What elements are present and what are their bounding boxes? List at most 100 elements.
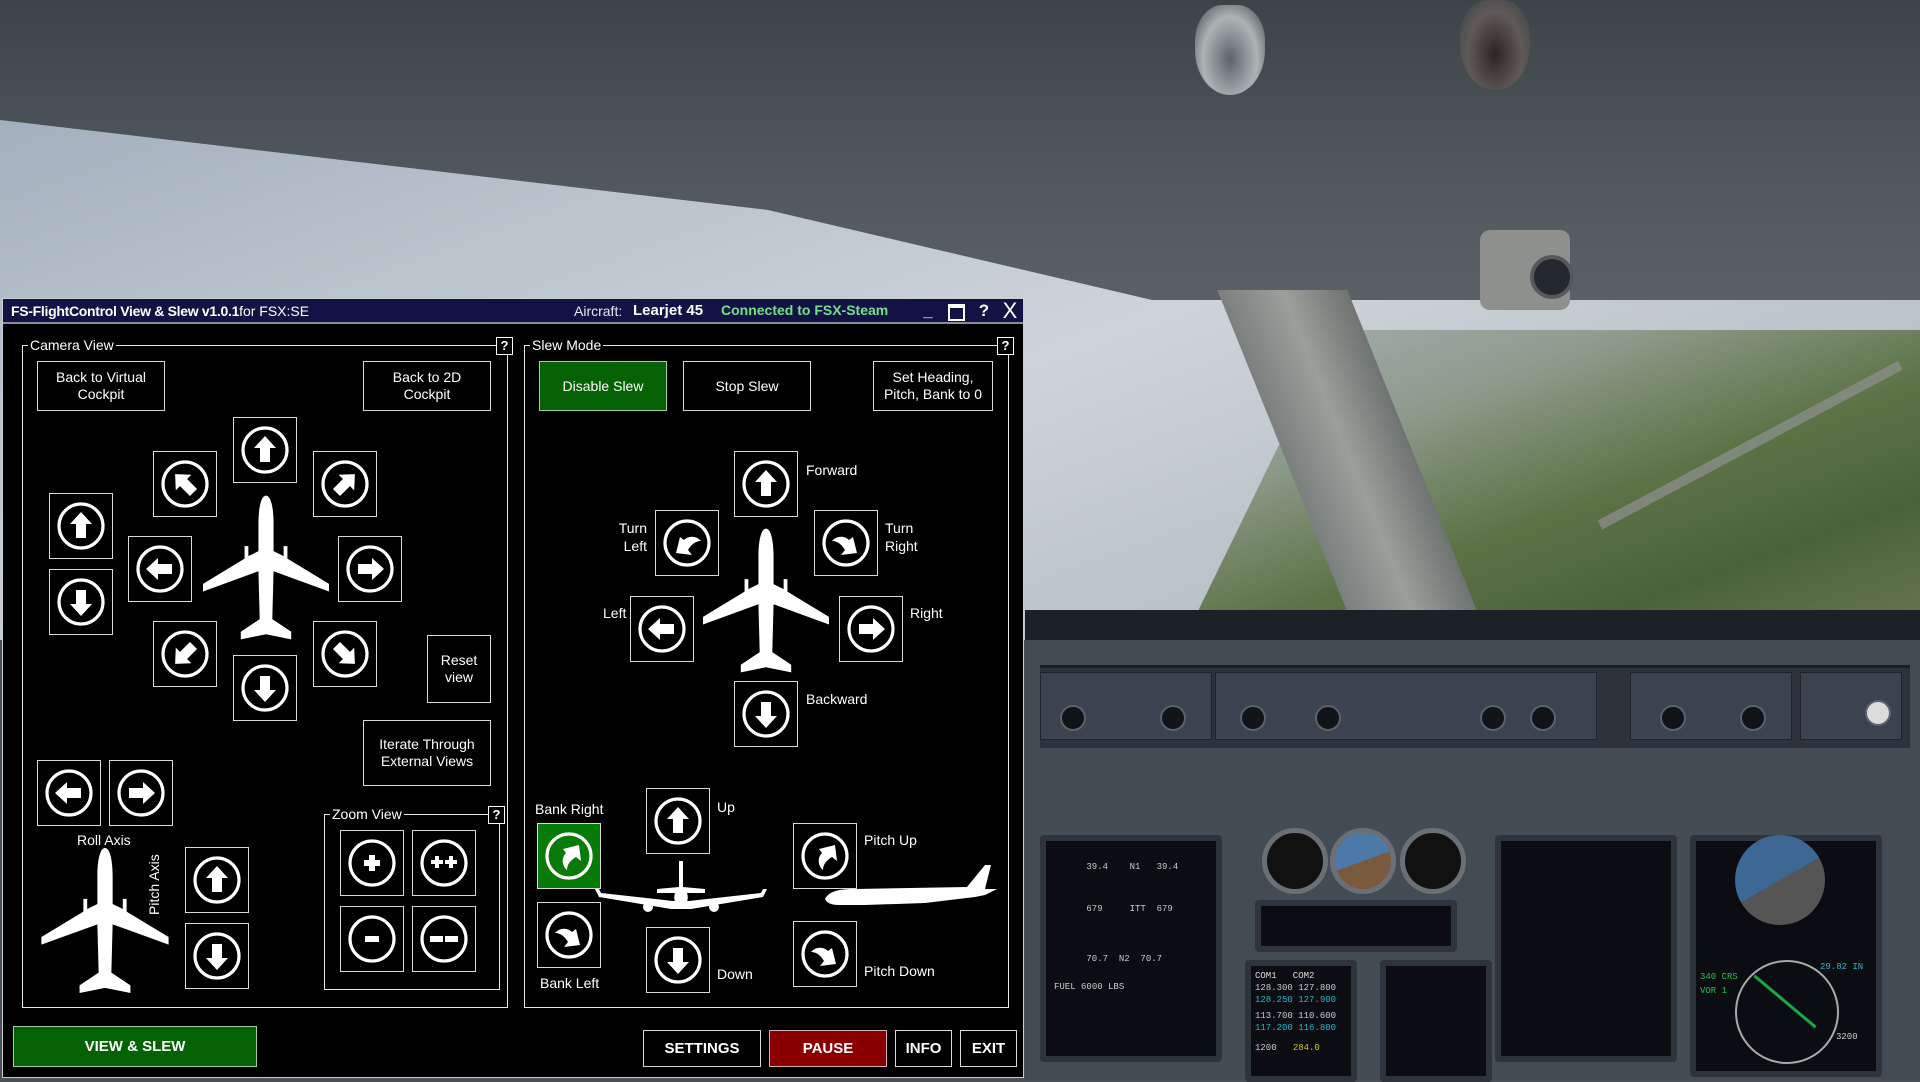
attitude-gauge xyxy=(1330,828,1396,894)
move-eye-down-button[interactable] xyxy=(49,569,113,635)
set-heading-pitch-bank-button[interactable]: Set Heading, Pitch, Bank to 0 xyxy=(873,361,993,411)
exit-button[interactable]: EXIT xyxy=(960,1030,1017,1067)
look-up-button[interactable] xyxy=(233,417,297,483)
iterate-external-views-label: Iterate Through External Views xyxy=(379,736,475,769)
arrow-right-icon xyxy=(115,767,167,819)
left-label: Left xyxy=(603,605,627,621)
slew-pitch-down-button[interactable] xyxy=(793,921,857,987)
slew-mode-help-button[interactable]: ? xyxy=(997,337,1014,355)
right-label: Right xyxy=(910,605,943,621)
minimize-icon: _ xyxy=(923,301,933,320)
camera-view-help-button[interactable]: ? xyxy=(496,337,513,355)
nav2-standby: 116.800 xyxy=(1298,1023,1337,1033)
slew-backward-button[interactable] xyxy=(734,681,798,747)
minimize-button[interactable]: _ xyxy=(917,301,939,321)
back-to-virtual-cockpit-button[interactable]: Back to Virtual Cockpit xyxy=(37,361,165,411)
pitch-view-up-button[interactable] xyxy=(185,847,249,913)
close-button[interactable]: X xyxy=(999,300,1021,322)
zoom-in-fast-button[interactable] xyxy=(412,830,476,896)
com2-standby: 127.900 xyxy=(1298,995,1337,1005)
zoom-out-button[interactable] xyxy=(340,906,404,972)
pause-button[interactable]: PAUSE xyxy=(769,1030,887,1067)
nav1-standby: 117.200 xyxy=(1255,1023,1293,1033)
roll-left-button[interactable] xyxy=(37,760,101,826)
pitch-view-down-button[interactable] xyxy=(185,923,249,989)
app-target-sim: for FSX:SE xyxy=(239,303,310,319)
slew-forward-button[interactable] xyxy=(734,451,798,517)
app-name: FS-FlightControl View & Slew v1.0.1 xyxy=(11,303,240,319)
info-button[interactable]: INFO xyxy=(895,1030,952,1067)
up-label: Up xyxy=(717,799,735,815)
help-button[interactable]: ? xyxy=(973,301,995,321)
arrow-left-icon xyxy=(43,767,95,819)
slew-bank-right-button[interactable] xyxy=(537,823,601,889)
annunciator xyxy=(1255,900,1457,952)
arrow-left-icon xyxy=(134,543,186,595)
iterate-external-views-button[interactable]: Iterate Through External Views xyxy=(363,720,491,786)
zoom-view-help-button[interactable]: ? xyxy=(488,806,505,824)
set-heading-pitch-bank-label: Set Heading, Pitch, Bank to 0 xyxy=(883,369,983,402)
aircraft-label: Aircraft: xyxy=(574,303,623,319)
aircraft-name: Learjet 45 xyxy=(633,302,704,319)
slew-down-button[interactable] xyxy=(646,927,710,993)
title-bar[interactable]: FS-FlightControl View & Slew v1.0.1for F… xyxy=(3,299,1023,324)
back-to-virtual-cockpit-label: Back to Virtual Cockpit xyxy=(55,369,146,402)
down-label: Down xyxy=(717,966,753,982)
zoom-in-button[interactable] xyxy=(340,830,404,896)
hsi xyxy=(1735,960,1839,1064)
reset-view-button[interactable]: Reset view xyxy=(427,635,491,703)
n2-left: 70.7 xyxy=(1086,954,1109,964)
pitch-up-label: Pitch Up xyxy=(864,832,917,848)
radio-display-1: COM1 COM2 128.300 127.800 128.250 127.90… xyxy=(1245,960,1357,1082)
air-vent xyxy=(1460,0,1530,90)
slew-right-button[interactable] xyxy=(839,596,903,662)
slew-up-button[interactable] xyxy=(646,788,710,854)
engine-display-left: 39.4 N1 39.4 679 ITT 679 70.7 N2 70.7 FU… xyxy=(1040,835,1222,1062)
look-right-button[interactable] xyxy=(338,536,402,602)
maximize-button[interactable] xyxy=(945,301,967,321)
arrow-right-icon xyxy=(344,543,396,595)
pfd-course: 340 CRS xyxy=(1700,972,1738,982)
n2-right: 70.7 xyxy=(1140,954,1163,964)
airspeed-gauge xyxy=(1262,828,1328,894)
bank-left-icon xyxy=(543,909,595,961)
com1-standby: 128.250 xyxy=(1255,995,1293,1005)
slew-bank-left-button[interactable] xyxy=(537,902,601,968)
attitude-indicator xyxy=(1735,835,1825,925)
airplane-front-view-icon xyxy=(595,861,767,912)
display-control-panel xyxy=(1630,672,1792,740)
knob xyxy=(1060,705,1086,731)
knob xyxy=(1740,705,1766,731)
standby-compass xyxy=(1530,255,1574,299)
double-minus-icon xyxy=(418,913,470,965)
zoom-out-fast-button[interactable] xyxy=(412,906,476,972)
disable-slew-button[interactable]: Disable Slew xyxy=(539,361,667,411)
n1-left: 39.4 xyxy=(1086,862,1109,872)
back-to-2d-cockpit-button[interactable]: Back to 2D Cockpit xyxy=(363,361,491,411)
radio-display-2 xyxy=(1380,960,1492,1082)
look-down-button[interactable] xyxy=(233,655,297,721)
settings-button[interactable]: SETTINGS xyxy=(643,1030,761,1067)
turn-right-label: Turn Right xyxy=(885,520,918,554)
com1-active: 128.300 xyxy=(1255,983,1293,993)
stop-slew-button[interactable]: Stop Slew xyxy=(683,361,811,411)
plus-icon xyxy=(346,837,398,889)
view-slew-tab-button[interactable]: VIEW & SLEW xyxy=(13,1026,257,1067)
knob xyxy=(1160,705,1186,731)
roll-axis-label: Roll Axis xyxy=(77,832,131,848)
move-eye-up-button[interactable] xyxy=(49,493,113,559)
arrow-down-icon xyxy=(652,934,704,986)
pitch-axis-label: Pitch Axis xyxy=(146,854,162,915)
fuel-lbs: 6000 xyxy=(1081,982,1103,992)
view-slew-label: VIEW & SLEW xyxy=(84,1038,186,1055)
pfd-nav-source: VOR 1 xyxy=(1700,986,1728,996)
knob xyxy=(1240,705,1266,731)
slew-left-button[interactable] xyxy=(630,596,694,662)
roll-right-button[interactable] xyxy=(109,760,173,826)
pitch-down-icon xyxy=(799,928,851,980)
altimeter-gauge xyxy=(1400,828,1466,894)
help-icon: ? xyxy=(978,301,990,320)
disable-slew-label: Disable Slew xyxy=(562,377,644,394)
look-left-button[interactable] xyxy=(128,536,192,602)
arrow-up-icon xyxy=(191,854,243,906)
